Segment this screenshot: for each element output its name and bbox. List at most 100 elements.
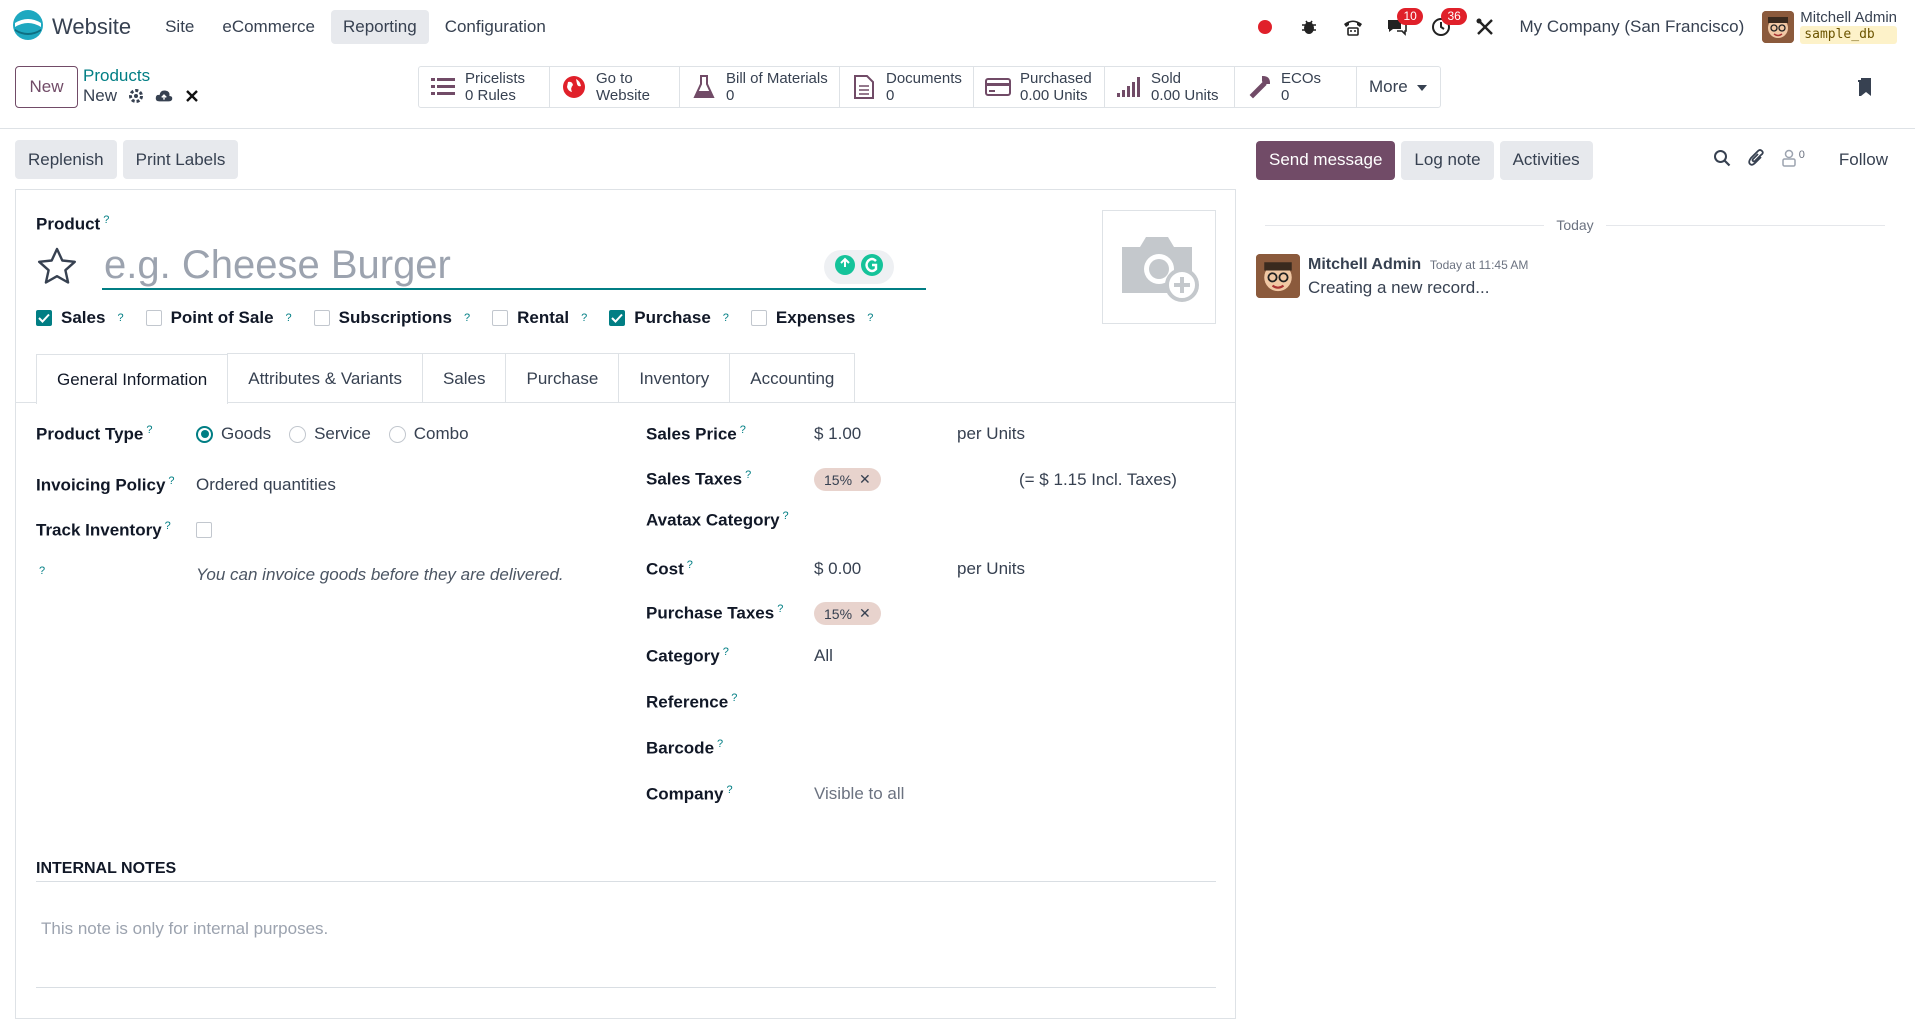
help-icon[interactable]: ?: [731, 692, 737, 704]
menu-reporting[interactable]: Reporting: [330, 10, 429, 44]
help-icon[interactable]: ?: [867, 312, 873, 324]
bookmark-icon[interactable]: [1857, 77, 1875, 102]
help-icon[interactable]: ?: [168, 475, 174, 487]
menu-ecommerce[interactable]: eCommerce: [210, 10, 327, 44]
documents-smart-button[interactable]: Documents 0: [840, 67, 974, 107]
help-icon[interactable]: ?: [783, 510, 789, 522]
invoicing-policy-select[interactable]: Ordered quantities: [196, 475, 336, 495]
tab-general-information[interactable]: General Information: [36, 354, 229, 404]
category-select[interactable]: All: [814, 646, 833, 666]
help-icon[interactable]: ?: [717, 738, 723, 750]
cloud-upload-icon[interactable]: [155, 88, 173, 104]
follow-button[interactable]: Follow: [1839, 150, 1888, 170]
user-menu[interactable]: Mitchell Admin sample_db: [1762, 10, 1897, 44]
radio-combo[interactable]: Combo: [388, 424, 469, 444]
sales-tax-tag[interactable]: 15% ✕: [814, 468, 881, 491]
internal-notes-editor[interactable]: This note is only for internal purposes.: [41, 919, 328, 939]
avatax-category-input[interactable]: [814, 510, 1014, 530]
breadcrumb-products[interactable]: Products: [83, 66, 201, 86]
tag-remove-icon[interactable]: ✕: [859, 471, 871, 488]
favorite-star-icon[interactable]: [36, 246, 78, 291]
bill-of-materials-smart-button[interactable]: Bill of Materials 0: [680, 67, 840, 107]
recording-dot-icon[interactable]: [1245, 7, 1285, 47]
followers-button[interactable]: 0: [1781, 149, 1805, 172]
radio-selected[interactable]: [196, 425, 213, 443]
checkbox-unchecked[interactable]: [750, 310, 767, 326]
help-icon[interactable]: ?: [745, 469, 751, 481]
help-icon[interactable]: ?: [117, 312, 123, 324]
app-brand[interactable]: Website: [12, 9, 131, 46]
help-icon[interactable]: ?: [726, 784, 732, 796]
checkbox-checked[interactable]: [609, 310, 626, 326]
checkbox-purchase[interactable]: Purchase?: [609, 308, 729, 328]
checkbox-subscriptions[interactable]: Subscriptions?: [313, 308, 470, 328]
help-icon[interactable]: ?: [165, 520, 171, 532]
go-to-website-smart-button[interactable]: Go to Website: [550, 67, 680, 107]
purchase-tax-tag[interactable]: 15% ✕: [814, 602, 881, 625]
reference-input[interactable]: [814, 692, 1014, 712]
tab-purchase[interactable]: Purchase: [505, 353, 620, 403]
tab-accounting[interactable]: Accounting: [729, 353, 856, 403]
company-switcher[interactable]: My Company (San Francisco): [1519, 17, 1744, 37]
checkbox-unchecked[interactable]: [492, 310, 509, 326]
activities-button[interactable]: Activities: [1499, 140, 1593, 180]
phone-icon[interactable]: [1333, 7, 1373, 47]
help-icon[interactable]: ?: [146, 424, 152, 436]
radio-unselected[interactable]: [289, 425, 307, 443]
pricelists-smart-button[interactable]: Pricelists 0 Rules: [419, 67, 550, 107]
tab-attributes-variants[interactable]: Attributes & Variants: [227, 353, 423, 403]
help-icon[interactable]: ?: [464, 312, 470, 324]
ecos-smart-button[interactable]: ECOs 0: [1235, 67, 1357, 107]
message-author[interactable]: Mitchell Admin: [1308, 256, 1421, 273]
help-icon[interactable]: ?: [740, 424, 746, 436]
more-smart-buttons[interactable]: More: [1357, 67, 1440, 107]
print-labels-button[interactable]: Print Labels: [122, 140, 239, 179]
menu-site[interactable]: Site: [153, 10, 206, 44]
company-select[interactable]: Visible to all: [814, 784, 904, 804]
help-icon[interactable]: ?: [723, 312, 729, 324]
help-icon[interactable]: ?: [687, 559, 693, 571]
checkbox-sales[interactable]: Sales?: [36, 308, 124, 328]
help-icon[interactable]: ?: [39, 565, 45, 577]
radio-goods[interactable]: Goods: [196, 424, 271, 444]
debug-bug-icon[interactable]: [1289, 7, 1329, 47]
paperclip-icon[interactable]: [1747, 148, 1765, 173]
activities-clock-icon[interactable]: 36: [1421, 7, 1467, 47]
radio-service[interactable]: Service: [289, 424, 371, 444]
barcode-input[interactable]: [814, 738, 1014, 758]
messages-icon[interactable]: 10: [1377, 7, 1423, 47]
tab-sales[interactable]: Sales: [421, 353, 507, 403]
gear-icon[interactable]: [127, 88, 145, 104]
log-note-button[interactable]: Log note: [1401, 140, 1494, 180]
help-icon[interactable]: ?: [581, 312, 587, 324]
checkbox-checked[interactable]: [36, 310, 52, 326]
cost-input[interactable]: $ 0.00: [814, 559, 957, 579]
sales-price-input[interactable]: $ 1.00: [814, 424, 957, 444]
search-icon[interactable]: [1713, 149, 1731, 172]
sold-smart-button[interactable]: Sold 0.00 Units: [1105, 67, 1235, 107]
checkbox-point-of-sale[interactable]: Point of Sale?: [145, 308, 292, 328]
product-name-input[interactable]: [102, 242, 926, 290]
tag-remove-icon[interactable]: ✕: [859, 605, 871, 622]
checkbox-unchecked[interactable]: [313, 310, 330, 326]
checkbox-unchecked[interactable]: [145, 310, 162, 326]
help-icon[interactable]: ?: [286, 312, 292, 324]
tools-icon[interactable]: [1465, 7, 1505, 47]
message-author-avatar[interactable]: [1256, 254, 1300, 298]
replenish-button[interactable]: Replenish: [15, 140, 117, 179]
help-icon[interactable]: ?: [777, 603, 783, 615]
discard-close-icon[interactable]: [183, 89, 201, 103]
help-icon[interactable]: ?: [723, 646, 729, 658]
new-button[interactable]: New: [15, 66, 78, 108]
help-icon[interactable]: ?: [103, 214, 109, 226]
radio-unselected[interactable]: [388, 425, 406, 443]
grammarly-widget[interactable]: [824, 250, 894, 284]
checkbox-rental[interactable]: Rental?: [492, 308, 587, 328]
track-inventory-checkbox[interactable]: [196, 522, 212, 539]
menu-configuration[interactable]: Configuration: [433, 10, 558, 44]
checkbox-expenses[interactable]: Expenses?: [750, 308, 873, 328]
send-message-button[interactable]: Send message: [1256, 140, 1396, 180]
product-image-uploader[interactable]: [1102, 210, 1216, 324]
tab-inventory[interactable]: Inventory: [618, 353, 731, 403]
purchased-smart-button[interactable]: Purchased 0.00 Units: [974, 67, 1105, 107]
